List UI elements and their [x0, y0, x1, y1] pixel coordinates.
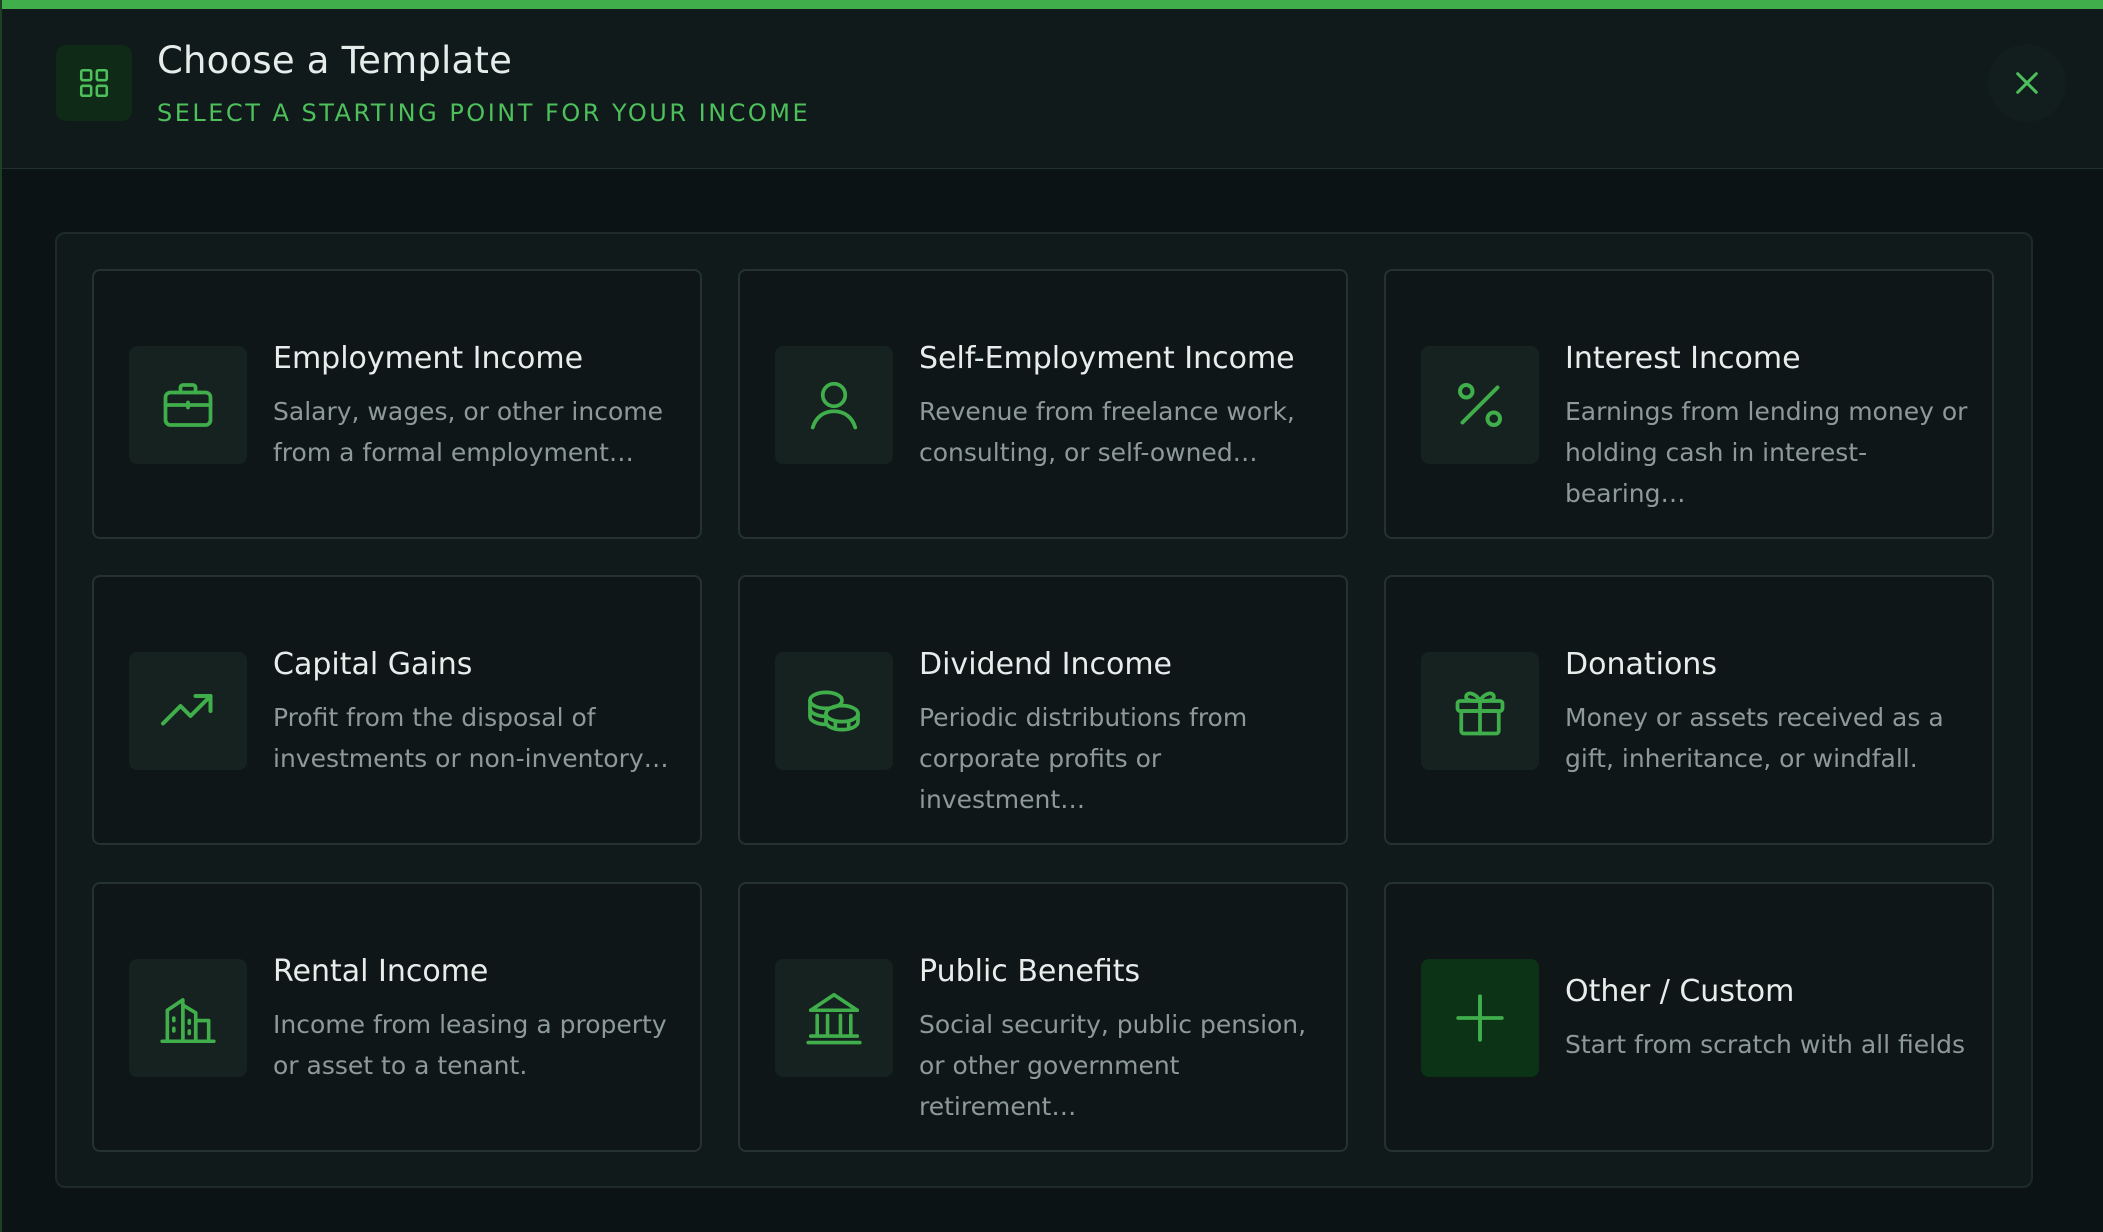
template-card-other-custom[interactable]: Other / Custom Start from scratch with a…	[1384, 882, 1994, 1152]
template-title: Other / Custom	[1565, 974, 1795, 1009]
template-card-rental-income[interactable]: Rental Income Income from leasing a prop…	[92, 882, 702, 1152]
template-card-capital-gains[interactable]: Capital Gains Profit from the disposal o…	[92, 575, 702, 845]
template-title: Public Benefits	[919, 954, 1141, 989]
template-title: Employment Income	[273, 341, 584, 376]
template-grid: Employment Income Salary, wages, or othe…	[55, 232, 2033, 1188]
plus-icon	[1421, 959, 1539, 1077]
template-card-employment-income[interactable]: Employment Income Salary, wages, or othe…	[92, 269, 702, 539]
modal-title: Choose a Template	[157, 39, 513, 82]
template-card-public-benefits[interactable]: Public Benefits Social security, public …	[738, 882, 1348, 1152]
gift-icon	[1421, 652, 1539, 770]
template-card-interest-income[interactable]: Interest Income Earnings from lending mo…	[1384, 269, 1994, 539]
modal-subtitle: SELECT A STARTING POINT FOR YOUR INCOME	[157, 99, 811, 127]
template-card-donations[interactable]: Donations Money or assets received as a …	[1384, 575, 1994, 845]
template-card-dividend-income[interactable]: Dividend Income Periodic distributions f…	[738, 575, 1348, 845]
close-icon	[2016, 72, 2038, 94]
grid-icon	[56, 45, 132, 121]
template-title: Donations	[1565, 647, 1717, 682]
close-button[interactable]	[1988, 44, 2066, 122]
template-description: Social security, public pension, or othe…	[919, 1010, 1307, 1121]
template-card-self-employment-income[interactable]: Self-Employment Income Revenue from free…	[738, 269, 1348, 539]
template-title: Interest Income	[1565, 341, 1801, 376]
template-description: Money or assets received as a gift, inhe…	[1565, 703, 1944, 773]
template-title: Rental Income	[273, 954, 489, 989]
template-title: Self-Employment Income	[919, 341, 1295, 376]
building-icon	[129, 959, 247, 1077]
bank-icon	[775, 959, 893, 1077]
trending-up-icon	[129, 652, 247, 770]
coins-icon	[775, 652, 893, 770]
user-icon	[775, 346, 893, 464]
modal-body: Employment Income Salary, wages, or othe…	[2, 169, 2103, 1232]
template-title: Capital Gains	[273, 647, 473, 682]
template-description: Income from leasing a property or asset …	[273, 1010, 667, 1080]
template-description: Profit from the disposal of investments …	[273, 703, 669, 773]
template-description: Salary, wages, or other income from a fo…	[273, 397, 663, 467]
template-description: Start from scratch with all fields	[1565, 1030, 1965, 1059]
template-description: Earnings from lending money or holding c…	[1565, 397, 1968, 508]
template-description: Revenue from freelance work, consulting,…	[919, 397, 1295, 467]
briefcase-icon	[129, 346, 247, 464]
template-modal: Choose a Template SELECT A STARTING POIN…	[2, 0, 2103, 1232]
template-title: Dividend Income	[919, 647, 1173, 682]
percent-icon	[1421, 346, 1539, 464]
template-description: Periodic distributions from corporate pr…	[919, 703, 1248, 814]
modal-header: Choose a Template SELECT A STARTING POIN…	[2, 9, 2103, 169]
